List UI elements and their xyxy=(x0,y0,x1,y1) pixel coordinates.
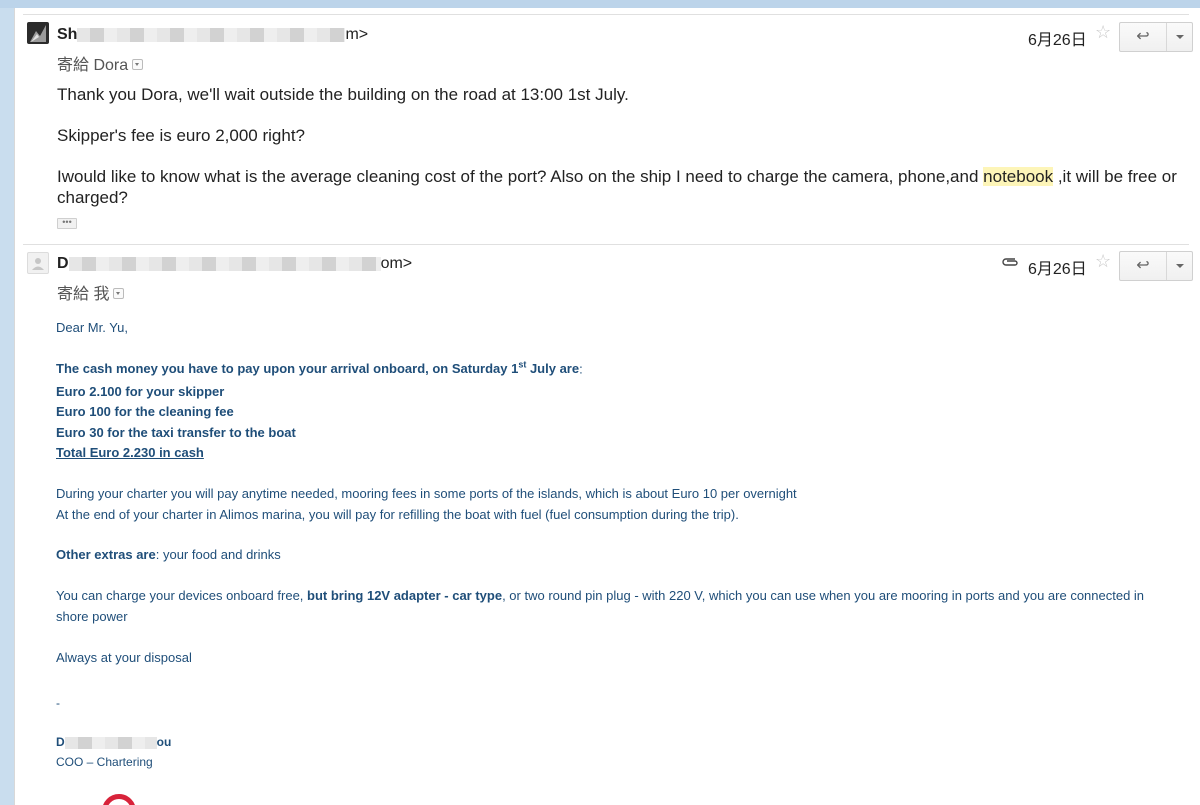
more-actions-icon[interactable] xyxy=(1167,23,1192,51)
attachment-icon xyxy=(1001,255,1019,272)
message-1-paragraph: Iwould like to know what is the average … xyxy=(57,166,1177,208)
star-icon[interactable]: ☆ xyxy=(1095,251,1111,272)
closing-line: Always at your disposal xyxy=(56,650,192,665)
message-2-date[interactable]: 6月26日 xyxy=(1028,255,1087,279)
redacted-name xyxy=(64,736,157,749)
charter-info-line: During your charter you will pay anytime… xyxy=(56,486,797,501)
star-icon[interactable]: ☆ xyxy=(1095,22,1111,43)
message-1-sender[interactable]: Sh m> xyxy=(57,26,368,44)
devices-line: shore power xyxy=(56,609,128,624)
extras-line: Other extras are: your food and drinks xyxy=(56,547,281,562)
message-1-action-buttons: ↩ xyxy=(1119,22,1193,52)
cash-heading: The cash money you have to pay upon your… xyxy=(56,360,583,376)
recipient-details-dropdown-icon[interactable] xyxy=(113,288,125,300)
cash-heading-colon: : xyxy=(579,361,583,377)
charter-info-line: At the end of your charter in Alimos mar… xyxy=(56,507,739,522)
message-2-sender[interactable]: Dom> xyxy=(57,255,412,273)
cash-heading-text: The cash money you have to pay upon your… xyxy=(56,361,519,377)
signature-name-start: D xyxy=(56,735,65,749)
cost-line-skipper: Euro 2.100 for your skipper xyxy=(56,384,225,399)
paragraph-text: Iwould like to know what is the average … xyxy=(57,167,984,186)
sender-avatar[interactable] xyxy=(27,252,49,274)
reply-icon[interactable]: ↩ xyxy=(1120,23,1167,51)
devices-text: You can charge your devices onboard free… xyxy=(56,588,308,603)
message-1-recipients[interactable]: 寄給 Dora xyxy=(57,51,144,75)
sender-avatar[interactable] xyxy=(27,22,49,44)
window-top-band xyxy=(0,0,1200,8)
devices-text: , or two round pin plug - with 220 V, wh… xyxy=(502,588,1145,603)
cash-heading-text: July are xyxy=(526,361,580,377)
company-logo xyxy=(102,794,136,805)
cost-total: Total Euro 2.230 in cash xyxy=(56,445,204,460)
highlighted-word: notebook xyxy=(983,167,1054,186)
redacted-address xyxy=(68,256,381,271)
to-label: 寄給 xyxy=(57,286,90,303)
reply-icon[interactable]: ↩ xyxy=(1120,252,1167,280)
show-trimmed-content-button[interactable]: ••• xyxy=(57,218,77,229)
extras-text: : your food and drinks xyxy=(155,547,281,562)
signature-separator: - xyxy=(56,696,60,710)
extras-label: Other extras are xyxy=(56,547,156,562)
sender-name-visible: Sh xyxy=(57,26,78,43)
message-2-recipients[interactable]: 寄給 我 xyxy=(57,280,125,304)
message-1-paragraph: Thank you Dora, we'll wait outside the b… xyxy=(57,85,629,104)
signature-title: COO – Chartering xyxy=(56,755,153,769)
signature-name: Dou xyxy=(56,735,171,749)
recipient-name: Dora xyxy=(93,57,129,74)
more-actions-icon[interactable] xyxy=(1167,252,1192,280)
devices-line: You can charge your devices onboard free… xyxy=(56,588,1144,603)
sender-address-end: om> xyxy=(380,255,413,272)
cost-line-cleaning: Euro 100 for the cleaning fee xyxy=(56,404,234,419)
redacted-address xyxy=(77,27,346,42)
divider xyxy=(23,244,1189,245)
message-1-date[interactable]: 6月26日 xyxy=(1028,26,1087,50)
recipient-name: 我 xyxy=(93,286,110,303)
message-1-paragraph: Skipper's fee is euro 2,000 right? xyxy=(57,126,306,145)
to-label: 寄給 xyxy=(57,57,90,74)
message-2-action-buttons: ↩ xyxy=(1119,251,1193,281)
greeting: Dear Mr. Yu, xyxy=(56,320,129,335)
divider xyxy=(23,14,1189,15)
cost-line-taxi: Euro 30 for the taxi transfer to the boa… xyxy=(56,425,296,440)
adapter-note: but bring 12V adapter - car type xyxy=(307,588,503,603)
sender-address-end: m> xyxy=(345,26,369,43)
recipient-details-dropdown-icon[interactable] xyxy=(132,59,144,71)
sender-name-visible: D xyxy=(57,255,69,272)
conversation-pane: Sh m> 寄給 Dora 6月26日 ☆ ↩ Thank you Dora, w… xyxy=(14,8,1200,805)
signature-name-end: ou xyxy=(156,735,172,749)
